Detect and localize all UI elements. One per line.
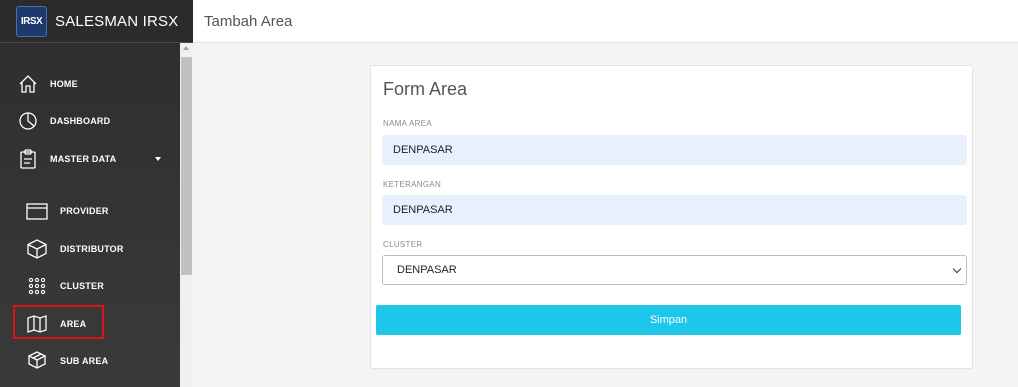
sidebar-item-label: CLUSTER: [60, 281, 104, 291]
keterangan-label: KETERANGAN: [383, 180, 442, 189]
clipboard-icon: [18, 148, 38, 170]
sidebar-item-home[interactable]: HOME: [18, 74, 78, 94]
nama-area-label: NAMA AREA: [383, 119, 432, 128]
cluster-select[interactable]: DENPASAR: [382, 255, 967, 285]
chevron-down-icon: [155, 157, 161, 161]
nama-area-input[interactable]: [382, 135, 967, 165]
sidebar-item-label: DASHBOARD: [50, 116, 111, 126]
active-item-highlight: [13, 305, 104, 339]
boxes-icon: [26, 351, 48, 371]
app-title: SALESMAN IRSX: [55, 12, 179, 30]
cube-icon: [26, 238, 48, 260]
app-logo: IRSX: [16, 5, 47, 37]
sidebar-item-label: SUB AREA: [60, 356, 109, 366]
browser-window-icon: [26, 201, 48, 221]
cluster-label: CLUSTER: [383, 240, 423, 249]
keterangan-input[interactable]: [382, 195, 967, 225]
form-card: Form Area NAMA AREA KETERANGAN CLUSTER D…: [370, 65, 973, 369]
sidebar-item-label: HOME: [50, 79, 78, 89]
sidebar-item-cluster[interactable]: CLUSTER: [26, 276, 104, 296]
sidebar: IRSX SALESMAN IRSX HOME DASHBOARD MASTER…: [0, 0, 193, 387]
sidebar-item-label: PROVIDER: [60, 206, 109, 216]
sidebar-item-label: MASTER DATA: [50, 154, 117, 164]
sidebar-item-sub-area[interactable]: SUB AREA: [26, 351, 108, 371]
sidebar-scrollbar-thumb[interactable]: [181, 57, 192, 275]
top-header: Tambah Area: [193, 0, 1018, 43]
cluster-select-value: DENPASAR: [397, 264, 457, 276]
chevron-down-icon: [952, 264, 962, 274]
simpan-button[interactable]: Simpan: [376, 305, 961, 335]
sidebar-brand[interactable]: IRSX SALESMAN IRSX: [0, 0, 193, 43]
page-title: Tambah Area: [204, 12, 293, 30]
home-icon: [18, 74, 38, 94]
pie-chart-icon: [18, 111, 38, 131]
sidebar-item-provider[interactable]: PROVIDER: [26, 201, 109, 221]
sidebar-item-distributor[interactable]: DISTRIBUTOR: [26, 238, 124, 260]
scroll-up-arrow-icon[interactable]: [183, 46, 189, 50]
dot-grid-icon: [26, 276, 48, 296]
form-title: Form Area: [383, 79, 468, 99]
sidebar-item-label: DISTRIBUTOR: [60, 244, 124, 254]
sidebar-item-dashboard[interactable]: DASHBOARD: [18, 111, 110, 131]
sidebar-item-master-data[interactable]: MASTER DATA: [18, 148, 168, 170]
